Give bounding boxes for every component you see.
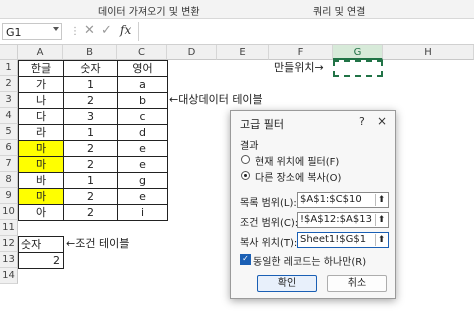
criteria-range-label: 조건 범위(C): bbox=[240, 218, 299, 229]
radio-filter-in-place-label[interactable]: 현재 위치에 필터(F) bbox=[255, 153, 339, 168]
table-cell[interactable]: 라 bbox=[18, 124, 64, 141]
ok-button[interactable]: 확인 bbox=[257, 275, 317, 292]
collapse-dialog-icon[interactable]: ⬆ bbox=[375, 214, 387, 226]
column-header-c[interactable]: C bbox=[117, 45, 167, 60]
row-header-2[interactable]: 2 bbox=[0, 76, 18, 92]
function-icon[interactable]: fx bbox=[120, 23, 131, 37]
radio-copy-to-another-label[interactable]: 다른 장소에 복사(O) bbox=[255, 169, 341, 184]
collapse-dialog-icon[interactable]: ⬆ bbox=[375, 194, 387, 206]
column-header-d[interactable]: D bbox=[167, 45, 217, 60]
name-box-dropdown-icon[interactable] bbox=[53, 27, 59, 31]
list-range-label: 목록 범위(L): bbox=[240, 198, 297, 209]
table-cell-highlighted[interactable]: 마 bbox=[18, 140, 64, 157]
table-cell-highlighted[interactable]: 마 bbox=[18, 156, 64, 173]
table-cell[interactable]: e bbox=[117, 140, 168, 157]
column-header-b[interactable]: B bbox=[63, 45, 117, 60]
table-cell[interactable]: 1 bbox=[63, 172, 118, 189]
dialog-title: 고급 필터 bbox=[240, 118, 284, 131]
table-cell[interactable]: 3 bbox=[63, 108, 118, 125]
table-cell[interactable]: a bbox=[117, 76, 168, 93]
table-cell[interactable]: 2 bbox=[63, 188, 118, 205]
table-cell[interactable]: i bbox=[117, 204, 168, 221]
row-header-13[interactable]: 13 bbox=[0, 252, 18, 268]
radio-copy-to-another[interactable] bbox=[241, 171, 250, 180]
column-header-f[interactable]: F bbox=[269, 45, 333, 60]
table-cell[interactable]: g bbox=[117, 172, 168, 189]
column-header-a[interactable]: A bbox=[18, 45, 63, 60]
table-cell[interactable]: e bbox=[117, 188, 168, 205]
ribbon-group-get-transform: 데이터 가져오기 및 변환 bbox=[98, 7, 200, 18]
table-cell[interactable]: 2 bbox=[63, 156, 118, 173]
copy-to-input[interactable]: Sheet1!$G$1 ⬆ bbox=[297, 232, 389, 248]
table-cell[interactable]: d bbox=[117, 124, 168, 141]
table-cell[interactable]: 2 bbox=[63, 140, 118, 157]
table-cell[interactable]: b bbox=[117, 92, 168, 109]
close-icon[interactable]: ✕ bbox=[84, 23, 95, 38]
copy-to-value: Sheet1!$G$1 bbox=[300, 234, 367, 245]
column-header-g[interactable]: G bbox=[333, 45, 383, 60]
row-header-12[interactable]: 12 bbox=[0, 236, 18, 252]
row-header-8[interactable]: 8 bbox=[0, 172, 18, 188]
column-header-e[interactable]: E bbox=[217, 45, 269, 60]
row-header-10[interactable]: 10 bbox=[0, 204, 18, 220]
advanced-filter-dialog: 고급 필터 ? × 결과 현재 위치에 필터(F) 다른 장소에 복사(O) 목… bbox=[230, 110, 396, 299]
table-cell[interactable]: 2 bbox=[63, 204, 118, 221]
selected-cell-g1[interactable] bbox=[333, 60, 383, 77]
table-header-english[interactable]: 영어 bbox=[117, 60, 168, 77]
criteria-header[interactable]: 숫자 bbox=[18, 236, 64, 253]
output-location-note: 만들위치→ bbox=[274, 61, 324, 74]
table-cell[interactable]: 가 bbox=[18, 76, 64, 93]
radio-filter-in-place[interactable] bbox=[241, 155, 250, 164]
target-table-note: ←대상데이터 테이블 bbox=[169, 93, 263, 106]
table-header-korean[interactable]: 한글 bbox=[18, 60, 64, 77]
criteria-range-value: !$A$12:$A$13 bbox=[300, 214, 372, 225]
row-header-9[interactable]: 9 bbox=[0, 188, 18, 204]
table-cell[interactable]: 2 bbox=[63, 92, 118, 109]
formula-input[interactable] bbox=[138, 22, 474, 41]
row-header-11[interactable]: 11 bbox=[0, 220, 18, 236]
row-header-1[interactable]: 1 bbox=[0, 60, 18, 76]
table-cell-highlighted[interactable]: 마 bbox=[18, 188, 64, 205]
criteria-table-note: ←조건 테이블 bbox=[66, 237, 130, 250]
select-all-corner[interactable] bbox=[0, 45, 18, 60]
list-range-input[interactable]: $A$1:$C$10 ⬆ bbox=[297, 192, 389, 208]
table-cell[interactable]: 바 bbox=[18, 172, 64, 189]
table-header-number[interactable]: 숫자 bbox=[63, 60, 118, 77]
unique-records-checkbox[interactable]: ✓ bbox=[240, 254, 251, 265]
close-icon[interactable]: × bbox=[377, 114, 387, 128]
check-icon[interactable]: ✓ bbox=[101, 23, 112, 38]
table-cell[interactable]: c bbox=[117, 108, 168, 125]
name-box[interactable]: G1 bbox=[2, 23, 62, 40]
table-cell[interactable]: 1 bbox=[63, 76, 118, 93]
criteria-value[interactable]: 2 bbox=[18, 252, 64, 269]
table-cell[interactable]: e bbox=[117, 156, 168, 173]
criteria-range-input[interactable]: !$A$12:$A$13 ⬆ bbox=[297, 212, 389, 228]
ribbon-group-labels: 데이터 가져오기 및 변환 쿼리 및 연결 bbox=[0, 0, 474, 19]
table-cell[interactable]: 1 bbox=[63, 124, 118, 141]
list-range-value: $A$1:$C$10 bbox=[300, 194, 362, 205]
cancel-button[interactable]: 취소 bbox=[327, 275, 387, 292]
row-header-5[interactable]: 5 bbox=[0, 124, 18, 140]
table-cell[interactable]: 나 bbox=[18, 92, 64, 109]
formula-bar: G1 ⋮ ✕ ✓ fx bbox=[0, 20, 474, 45]
formula-separator-icon: ⋮ bbox=[70, 26, 80, 37]
ribbon-group-queries: 쿼리 및 연결 bbox=[313, 7, 366, 18]
result-section-label: 결과 bbox=[240, 141, 259, 152]
row-header-14[interactable]: 14 bbox=[0, 268, 18, 284]
table-cell[interactable]: 아 bbox=[18, 204, 64, 221]
row-header-3[interactable]: 3 bbox=[0, 92, 18, 108]
help-icon[interactable]: ? bbox=[359, 115, 365, 128]
row-header-7[interactable]: 7 bbox=[0, 156, 18, 172]
copy-to-label: 복사 위치(T): bbox=[240, 238, 298, 249]
collapse-dialog-icon[interactable]: ⬆ bbox=[375, 234, 387, 246]
table-cell[interactable]: 다 bbox=[18, 108, 64, 125]
unique-records-label[interactable]: 동일한 레코드는 하나만(R) bbox=[253, 253, 366, 268]
row-header-4[interactable]: 4 bbox=[0, 108, 18, 124]
column-header-h[interactable]: H bbox=[383, 45, 474, 60]
row-header-6[interactable]: 6 bbox=[0, 140, 18, 156]
